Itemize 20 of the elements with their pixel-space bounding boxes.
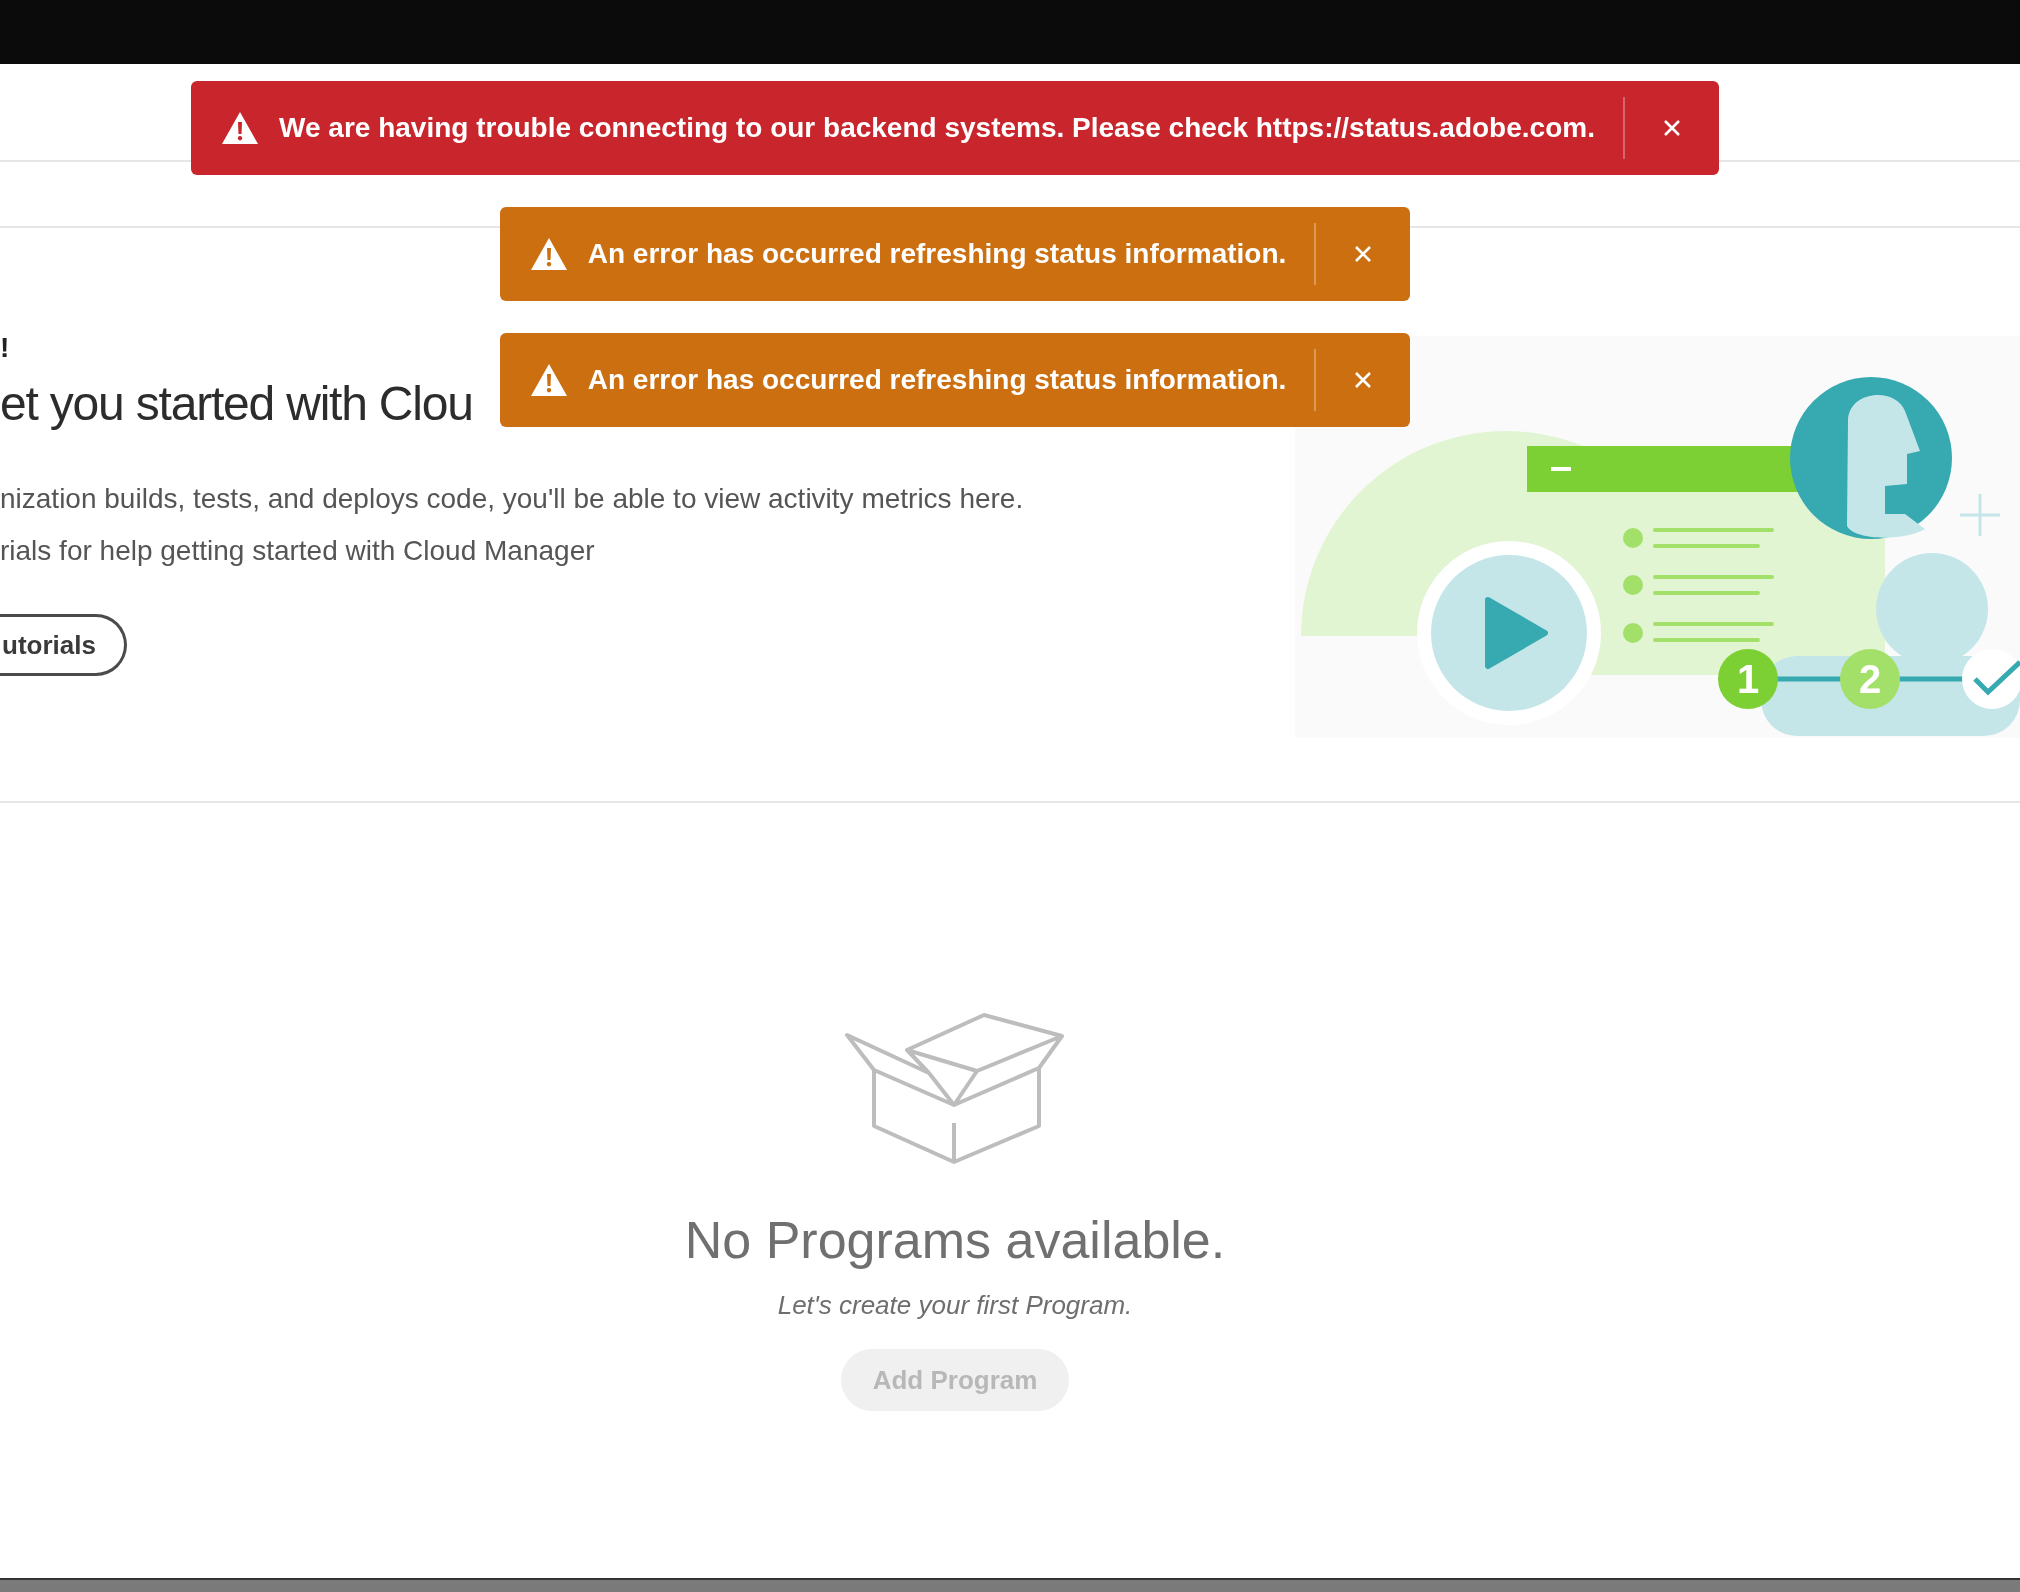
tutorials-button[interactable]: utorials — [0, 614, 127, 676]
close-icon — [1354, 371, 1373, 389]
alert-message: We are having trouble connecting to our backend systems. Please check https://status.adobe.com. — [279, 111, 1596, 145]
step-number: 1 — [1736, 657, 1760, 701]
close-icon — [1354, 245, 1373, 263]
close-icon — [1662, 119, 1681, 137]
sparkle-icon — [1958, 492, 2002, 538]
empty-state-subtitle: Let's create your first Program. — [777, 1289, 1133, 1322]
avatar-icon — [1790, 377, 1952, 539]
description-text: nization builds, tests, and deploys code, you'll be able to view activity metrics here. — [0, 484, 1024, 514]
warning-icon — [529, 237, 568, 271]
heading-fragment: ! — [0, 332, 10, 364]
warning-icon — [221, 111, 260, 145]
empty-state-title: No Programs available. — [684, 1210, 1226, 1271]
warning-icon — [529, 363, 568, 397]
alert-message: An error has occurred refreshing status information. — [587, 237, 1288, 271]
description-text: rials for help getting started with Cloud Manager — [0, 536, 596, 566]
alert-message: An error has occurred refreshing status information. — [587, 363, 1288, 397]
step-number: 2 — [1858, 657, 1882, 701]
page-heading: et you started with Clou — [0, 376, 473, 432]
